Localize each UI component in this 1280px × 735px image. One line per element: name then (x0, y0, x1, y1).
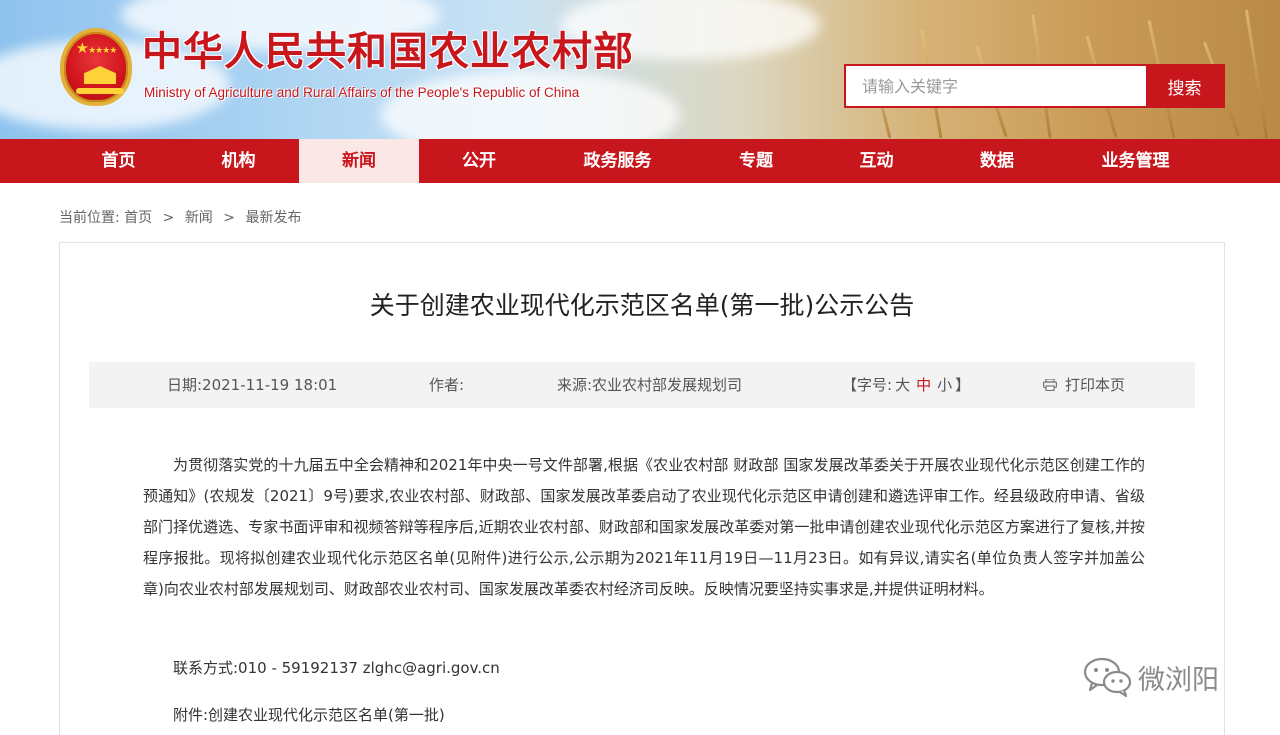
breadcrumb: 当前位置: 首页 > 新闻 > 最新发布 (59, 207, 301, 227)
nav-item-public[interactable]: 公开 (419, 139, 539, 183)
nav-item-data[interactable]: 数据 (937, 139, 1057, 183)
search-button[interactable]: 搜索 (1146, 66, 1223, 106)
font-size-small-button[interactable]: 小 (937, 376, 952, 394)
font-size-large-button[interactable]: 大 (895, 376, 910, 394)
article-attachment[interactable]: 附件:创建农业现代化示范区名单(第一批) (173, 704, 445, 725)
watermark-text: 微浏阳 (1138, 664, 1219, 696)
main-nav: 首页 机构 新闻 公开 政务服务 专题 互动 数据 业务管理 (0, 139, 1280, 183)
breadcrumb-separator: > (223, 210, 235, 226)
breadcrumb-latest[interactable]: 最新发布 (245, 210, 301, 226)
nav-item-business-management[interactable]: 业务管理 (1057, 139, 1214, 183)
font-size-medium-button[interactable]: 中 (916, 376, 931, 394)
search-input[interactable] (846, 66, 1146, 106)
breadcrumb-prefix: 当前位置: (59, 210, 120, 226)
banner-wheat (1244, 9, 1269, 139)
breadcrumb-news[interactable]: 新闻 (185, 210, 213, 226)
article-body-paragraph: 为贯彻落实党的十九届五中全会精神和2021年中央一号文件部署,根据《农业农村部 … (143, 456, 1145, 598)
national-emblem-icon[interactable]: ★★★★★ (60, 28, 132, 106)
article-title: 关于创建农业现代化示范区名单(第一批)公示公告 (369, 291, 915, 320)
printer-icon (1043, 379, 1057, 391)
nav-item-home[interactable]: 首页 (59, 139, 178, 183)
search-box: 搜索 (844, 64, 1225, 108)
nav-item-government-services[interactable]: 政务服务 (539, 139, 696, 183)
nav-item-topics[interactable]: 专题 (696, 139, 816, 183)
wechat-icon (1083, 657, 1132, 698)
font-size-control: 【字号: 大中小】 (842, 376, 970, 394)
article-contact: 联系方式:010 - 59192137 zlghc@agri.gov.cn (173, 659, 500, 677)
breadcrumb-home[interactable]: 首页 (124, 210, 152, 226)
site-subtitle: Ministry of Agriculture and Rural Affair… (144, 85, 580, 100)
font-size-label: 【字号: (842, 376, 893, 394)
font-size-bracket: 】 (955, 376, 971, 394)
article-source: 来源:农业农村部发展规划司 (557, 376, 743, 394)
site-title[interactable]: 中华人民共和国农业农村部 (142, 28, 634, 76)
print-page-button[interactable]: 打印本页 (1043, 376, 1125, 394)
article-author: 作者: (429, 376, 465, 394)
nav-item-news[interactable]: 新闻 (299, 139, 419, 183)
nav-item-interaction[interactable]: 互动 (816, 139, 937, 183)
nav-item-organization[interactable]: 机构 (178, 139, 299, 183)
article-date: 日期:2021-11-19 18:01 (167, 376, 338, 394)
watermark: 微浏阳 (1082, 655, 1219, 699)
banner-cloud (380, 70, 680, 139)
print-page-label: 打印本页 (1065, 376, 1126, 394)
breadcrumb-separator: > (162, 210, 175, 226)
